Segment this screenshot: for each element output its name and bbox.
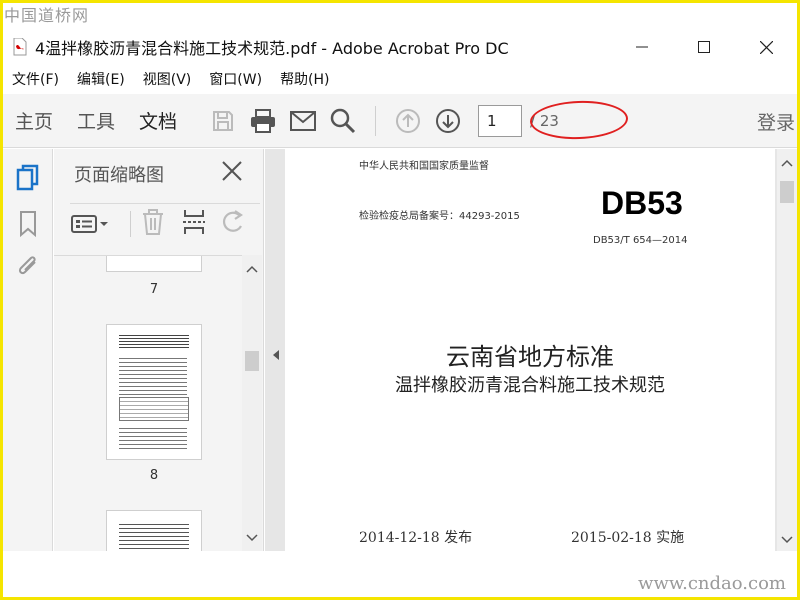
search-button[interactable] — [323, 94, 363, 148]
thumbnail-table-2 — [119, 397, 189, 421]
extract-page-button[interactable] — [181, 208, 221, 240]
doc-standard-number: DB53/T 654—2014 — [593, 235, 688, 246]
maximize-button[interactable] — [673, 30, 735, 64]
pdf-file-icon — [13, 37, 27, 56]
doc-db-code: DB53 — [601, 185, 683, 221]
thumbnails-panel: 页面缩略图 7 8 — [54, 149, 264, 551]
thumbnail-text-2 — [119, 425, 187, 449]
window-title: 4温拌橡胶沥青混合料施工技术规范.pdf - Adobe Acrobat Pro… — [35, 39, 509, 58]
search-icon — [330, 108, 356, 133]
menu-bar: 文件(F) 编辑(E) 视图(V) 窗口(W) 帮助(H) — [3, 66, 797, 92]
thumbnail-page-9[interactable] — [106, 510, 202, 551]
save-button[interactable] — [203, 94, 243, 148]
menu-window[interactable]: 窗口(W) — [200, 69, 271, 89]
thumbnail-options-button[interactable] — [70, 213, 120, 235]
menu-help[interactable]: 帮助(H) — [271, 69, 338, 89]
panel-toolbar — [70, 203, 260, 243]
close-icon — [222, 161, 242, 181]
prev-page-icon — [396, 108, 421, 133]
trash-icon — [143, 208, 163, 235]
thumbnail-text — [119, 355, 187, 395]
page-number-input[interactable]: 1 — [478, 104, 523, 137]
paperclip-icon — [18, 256, 36, 275]
close-icon — [759, 40, 773, 54]
thumbnail-page-7[interactable] — [106, 256, 202, 272]
menu-file[interactable]: 文件(F) — [3, 69, 68, 89]
document-scroll-thumb[interactable] — [780, 181, 794, 203]
login-button[interactable]: 登录 — [757, 94, 795, 148]
print-button[interactable] — [243, 94, 283, 148]
watermark-bottom: www.cndao.com — [638, 573, 786, 594]
tab-tools[interactable]: 工具 — [65, 94, 127, 148]
next-page-button[interactable] — [428, 94, 468, 148]
menu-edit[interactable]: 编辑(E) — [68, 69, 134, 89]
document-scrollbar[interactable] — [777, 149, 797, 551]
thumbnail-label-7: 7 — [149, 282, 159, 297]
collapse-panel-button[interactable] — [271, 346, 281, 365]
thumbnail-label-8: 8 — [149, 468, 159, 483]
doc-authority: 中华人民共和国国家质量监督 — [359, 161, 489, 172]
scroll-down-icon — [246, 534, 258, 542]
email-button[interactable] — [283, 94, 323, 148]
watermark-top: 中国道桥网 — [4, 6, 90, 25]
document-page: 中华人民共和国国家质量监督 DB53 检验检疫总局备案号：44293-2015 … — [285, 149, 775, 551]
tab-home[interactable]: 主页 — [3, 94, 65, 148]
mail-icon — [290, 110, 317, 131]
rotate-page-button[interactable] — [221, 209, 251, 239]
collapse-left-icon — [273, 350, 279, 360]
doc-release-date: 2014-12-18 发布 — [359, 530, 473, 546]
next-page-icon — [436, 108, 461, 133]
scroll-up-icon — [781, 159, 793, 167]
toolbar: 主页 工具 文档 1 / 23 登录 — [3, 94, 797, 148]
thumbnail-scroll-thumb[interactable] — [245, 351, 259, 371]
doc-record-number: 检验检疫总局备案号：44293-2015 — [359, 211, 520, 222]
extract-icon — [183, 209, 205, 234]
doc-title-main: 云南省地方标准 — [446, 343, 614, 371]
thumbnail-text-3 — [119, 521, 189, 551]
maximize-icon — [698, 41, 710, 53]
thumbnail-page-8[interactable] — [106, 324, 202, 460]
tab-document[interactable]: 文档 — [127, 94, 189, 148]
thumbnail-list: 7 8 — [54, 255, 242, 551]
rotate-icon — [223, 209, 243, 232]
delete-page-button[interactable] — [141, 208, 181, 240]
title-bar: 4温拌橡胶沥青混合料施工技术规范.pdf - Adobe Acrobat Pro… — [3, 30, 797, 64]
doc-title-sub: 温拌橡胶沥青混合料施工技术规范 — [395, 375, 665, 396]
save-icon — [213, 110, 234, 131]
print-icon — [251, 108, 276, 133]
panel-title: 页面缩略图 — [74, 165, 164, 186]
thumbnail-table — [119, 333, 189, 349]
panel-separator — [130, 210, 131, 237]
minimize-button[interactable] — [611, 30, 673, 64]
menu-view[interactable]: 视图(V) — [134, 69, 201, 89]
doc-effective-date: 2015-02-18 实施 — [571, 530, 685, 546]
bookmarks-button[interactable] — [13, 209, 43, 239]
minimize-icon — [636, 46, 648, 48]
page-thumbnails-button[interactable] — [13, 163, 43, 193]
document-viewer: 中华人民共和国国家质量监督 DB53 检验检疫总局备案号：44293-2015 … — [265, 149, 797, 551]
close-button[interactable] — [735, 30, 797, 64]
pages-icon — [16, 164, 39, 191]
thumbnail-scrollbar[interactable] — [242, 255, 262, 551]
scroll-up-icon — [246, 265, 258, 273]
left-rail — [3, 149, 53, 551]
toolbar-separator — [375, 105, 377, 136]
scroll-down-icon — [781, 536, 793, 544]
close-panel-button[interactable] — [220, 159, 246, 185]
previous-page-button[interactable] — [388, 94, 428, 148]
bookmark-icon — [20, 211, 36, 238]
options-menu-icon — [71, 214, 108, 233]
attachments-button[interactable] — [13, 251, 43, 281]
